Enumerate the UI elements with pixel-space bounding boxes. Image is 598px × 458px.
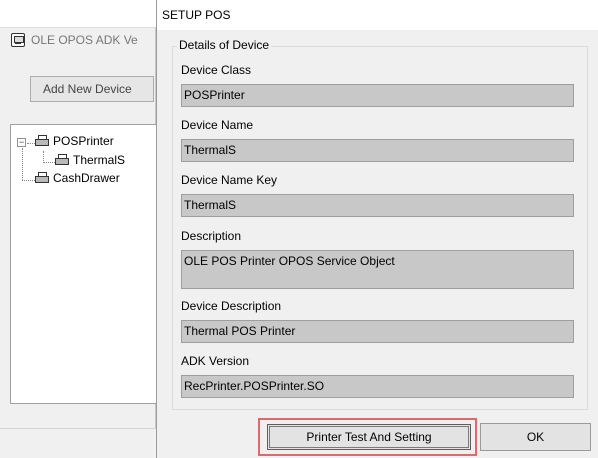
tree-item-posprinter[interactable]: POSPrinter [53,133,114,149]
adk-version-field[interactable]: RecPrinter.POSPrinter.SO [181,375,574,398]
add-new-device-label: Add New Device [43,82,132,96]
device-name-field[interactable]: ThermalS [181,139,574,162]
tree-item-thermals[interactable]: ThermalS [73,152,125,168]
tree-connector [22,148,23,180]
adk-version-label: ADK Version [181,354,250,368]
tree-connector [43,162,55,163]
add-new-device-button[interactable]: Add New Device [30,76,154,102]
tree-connector [22,180,35,181]
device-name-label: Device Name [181,118,254,132]
cash-drawer-icon [35,172,49,184]
setup-pos-dialog: SETUP POS Details of Device Device Class… [156,0,598,458]
device-tree: − POSPrinter ThermalS CashDrawer [10,124,156,404]
device-description-label: Device Description [181,299,282,313]
device-name-key-field[interactable]: ThermalS [181,194,574,217]
opos-adk-window-title: OLE OPOS ADK Ve [31,33,138,47]
device-class-label: Device Class [181,63,252,77]
device-description-field[interactable]: Thermal POS Printer [181,320,574,343]
opos-adk-titlebar [0,0,156,28]
dialog-title: SETUP POS [162,8,231,22]
tree-connector [27,143,35,144]
details-group-label: Details of Device [177,38,272,52]
opos-adk-bottom-bar [0,428,156,458]
tree-collapse-icon[interactable]: − [17,138,26,147]
description-field[interactable]: OLE POS Printer OPOS Service Object [181,250,574,289]
device-name-key-label: Device Name Key [181,173,278,187]
tree-item-cashdrawer[interactable]: CashDrawer [53,170,120,186]
ok-button[interactable]: OK [480,423,591,451]
dialog-titlebar: SETUP POS [157,0,598,30]
device-class-field[interactable]: POSPrinter [181,84,574,107]
app-icon [11,33,25,47]
opos-adk-window: OLE OPOS ADK Ve Add New Device − POSPrin… [0,0,156,458]
printer-icon [35,135,49,147]
description-label: Description [181,229,242,243]
printer-icon [55,154,69,166]
printer-test-and-setting-button[interactable]: Printer Test And Setting [267,424,471,450]
